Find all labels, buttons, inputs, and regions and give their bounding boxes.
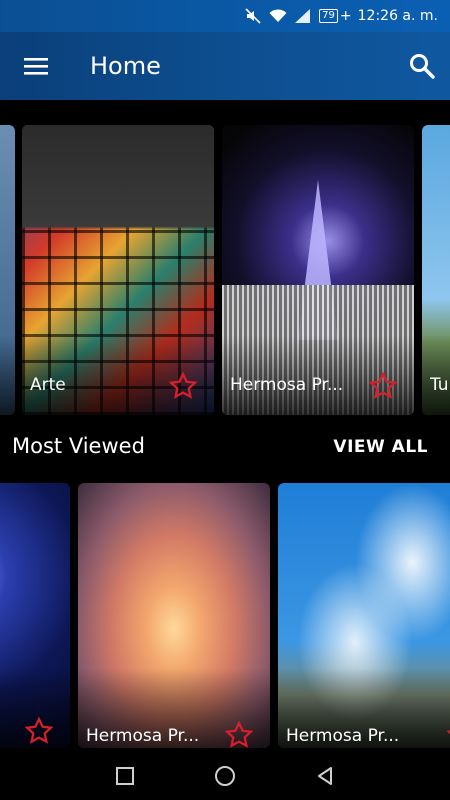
app-bar: Home: [0, 32, 450, 100]
recent-apps-icon[interactable]: [112, 763, 138, 789]
status-bar: 79 + 12:26 a. m.: [0, 0, 450, 32]
favorite-star-icon[interactable]: [224, 720, 254, 748]
most-viewed-card[interactable]: [0, 483, 70, 748]
card-label: Hermosa Pr...: [286, 726, 400, 746]
featured-carousel[interactable]: Arte Hermosa Pr... Tu: [0, 125, 450, 415]
back-icon[interactable]: [312, 763, 338, 789]
search-icon[interactable]: [406, 50, 438, 82]
favorite-star-icon[interactable]: [446, 720, 450, 748]
card-label: Hermosa Pr...: [86, 726, 200, 746]
status-time: 12:26 a. m.: [357, 8, 438, 24]
featured-card[interactable]: [0, 125, 15, 415]
system-nav-bar: [0, 752, 450, 800]
battery-icon: 79: [319, 9, 338, 23]
section-title-most-viewed: Most Viewed: [12, 434, 145, 458]
favorite-star-icon[interactable]: [168, 371, 198, 401]
battery-level: 79: [322, 10, 335, 21]
wifi-icon: [269, 9, 287, 23]
most-viewed-card-hermosa-sky[interactable]: Hermosa Pr...: [278, 483, 450, 748]
favorite-star-icon[interactable]: [368, 371, 398, 401]
featured-card-hermosa[interactable]: Hermosa Pr...: [222, 125, 414, 415]
menu-icon[interactable]: [8, 32, 64, 100]
mute-icon: [245, 8, 261, 24]
charging-icon: +: [339, 8, 352, 24]
most-viewed-carousel[interactable]: Hermosa Pr... Hermosa Pr...: [0, 483, 450, 748]
home-icon[interactable]: [212, 763, 238, 789]
view-all-button[interactable]: VIEW ALL: [333, 437, 428, 457]
card-label: Hermosa Pr...: [230, 375, 344, 395]
card-label: Arte: [30, 375, 66, 395]
featured-card-tu[interactable]: Tu: [422, 125, 450, 415]
page-title: Home: [90, 52, 161, 80]
featured-card-arte[interactable]: Arte: [22, 125, 214, 415]
most-viewed-card-hermosa-sunset[interactable]: Hermosa Pr...: [78, 483, 270, 748]
card-label: Tu: [430, 375, 449, 395]
favorite-star-icon[interactable]: [24, 716, 54, 746]
signal-icon: [295, 9, 311, 23]
